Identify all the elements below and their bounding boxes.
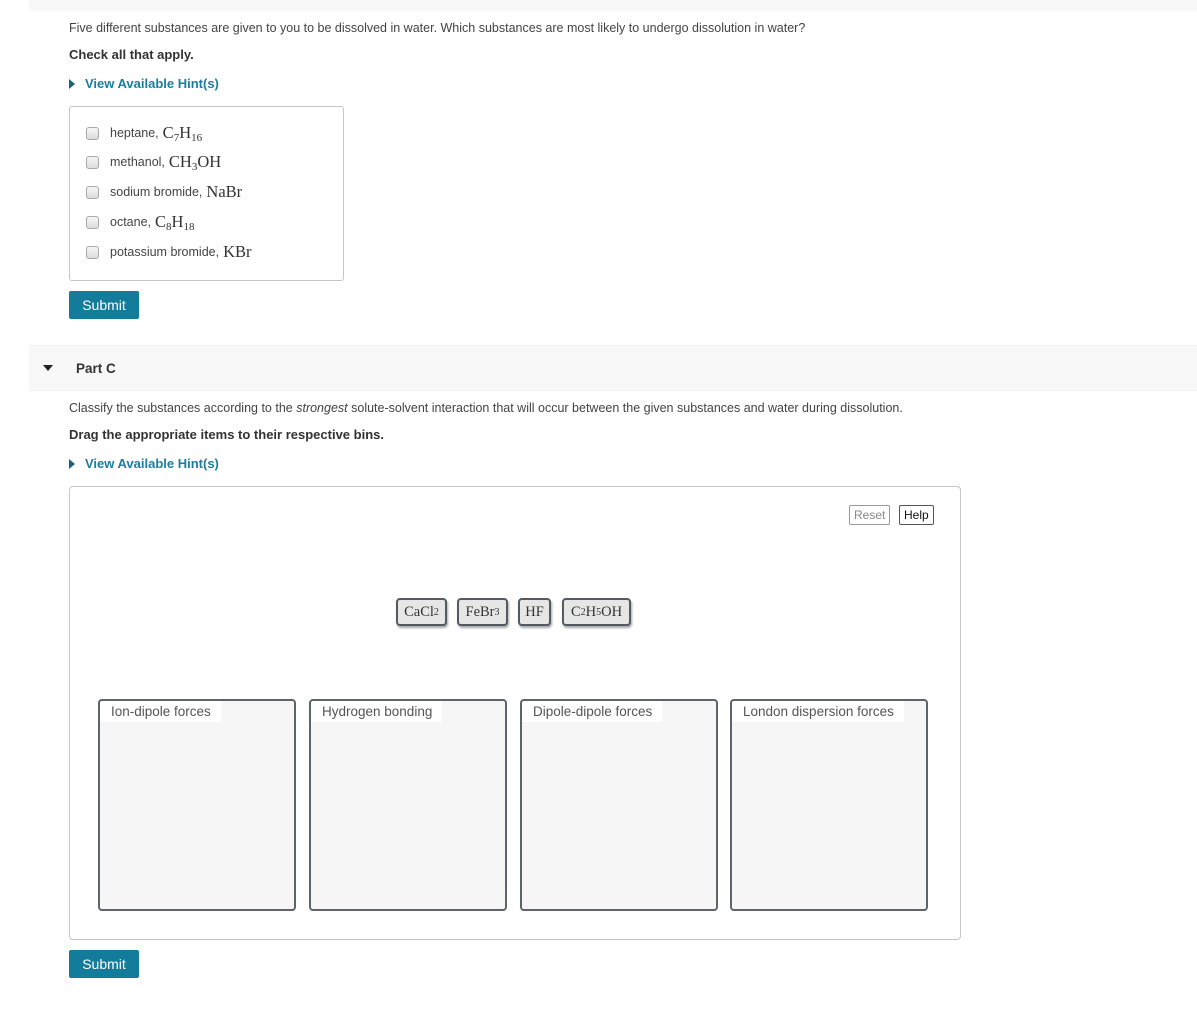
prompt-text: Classify the substances according to the — [69, 401, 297, 415]
choice-formula: C7H16 — [162, 122, 203, 144]
bin-ion-dipole[interactable]: Ion-dipole forces — [98, 699, 296, 911]
drag-drop-area: Reset Help CaCl 2 FeBr 3 HF C 2 H 5 OH Ion-dip… — [69, 486, 961, 940]
part-b-prompt: Five different substances are given to y… — [69, 21, 806, 35]
choice-methanol[interactable]: methanol, CH3OH — [86, 151, 221, 173]
expand-triangle-icon — [69, 78, 75, 89]
choices-box: heptane, C7H16 methanol, CH3OH sodium br… — [69, 106, 344, 281]
choice-label: potassium bromide, — [110, 245, 220, 259]
choice-label: methanol, — [110, 155, 165, 169]
bin-label: Hydrogen bonding — [311, 701, 443, 722]
choice-potassium-bromide[interactable]: potassium bromide, KBr — [86, 241, 252, 263]
choice-formula: CH3OH — [168, 151, 222, 173]
choice-octane[interactable]: octane, C8H18 — [86, 211, 194, 233]
checkbox[interactable] — [86, 245, 99, 259]
reset-button[interactable]: Reset — [849, 505, 891, 525]
choice-formula: C8H18 — [155, 211, 195, 233]
bin-label: Dipole-dipole forces — [522, 701, 663, 722]
choice-formula: NaBr — [206, 182, 243, 201]
part-b-submit-button[interactable]: Submit — [69, 291, 139, 319]
part-b-instruction: Check all that apply. — [69, 47, 194, 62]
drag-item-cacl2[interactable]: CaCl 2 — [396, 598, 447, 626]
bin-hydrogen-bonding[interactable]: Hydrogen bonding — [309, 699, 507, 911]
choice-sodium-bromide[interactable]: sodium bromide, NaBr — [86, 181, 242, 203]
hint-link-label: View Available Hint(s) — [85, 456, 219, 471]
checkbox[interactable] — [86, 185, 99, 199]
bin-london-dispersion[interactable]: London dispersion forces — [730, 699, 928, 911]
drag-item-c2h5oh[interactable]: C 2 H 5 OH — [562, 598, 631, 626]
expand-triangle-icon — [69, 458, 75, 469]
bin-label: Ion-dipole forces — [100, 701, 221, 722]
choice-label: sodium bromide, — [110, 185, 203, 199]
bin-label: London dispersion forces — [732, 701, 904, 722]
collapse-caret-icon — [43, 365, 53, 371]
part-b-header-strip — [29, 0, 1197, 11]
checkbox[interactable] — [86, 215, 99, 229]
hint-link-label: View Available Hint(s) — [85, 76, 219, 91]
part-c-title: Part C — [76, 360, 116, 376]
choice-label: heptane, — [110, 126, 159, 140]
choice-formula: KBr — [223, 242, 252, 261]
choice-label: octane, — [110, 215, 152, 229]
prompt-emphasis: strongest — [296, 401, 348, 415]
drag-item-febr3[interactable]: FeBr 3 — [457, 598, 508, 626]
drag-item-hf[interactable]: HF — [518, 598, 551, 626]
prompt-text: solute-solvent interaction that will occ… — [347, 401, 903, 415]
part-c-submit-button[interactable]: Submit — [69, 950, 139, 978]
part-c-prompt: Classify the substances according to the… — [69, 401, 903, 415]
part-b-hint-link[interactable]: View Available Hint(s) — [69, 76, 219, 91]
part-c-header[interactable]: Part C — [29, 345, 1197, 391]
checkbox[interactable] — [86, 126, 99, 140]
part-c-hint-link[interactable]: View Available Hint(s) — [69, 456, 219, 471]
help-button[interactable]: Help — [899, 505, 934, 525]
bin-dipole-dipole[interactable]: Dipole-dipole forces — [520, 699, 718, 911]
part-c-instruction: Drag the appropriate items to their resp… — [69, 427, 384, 442]
choice-heptane[interactable]: heptane, C7H16 — [86, 122, 202, 144]
checkbox[interactable] — [86, 155, 99, 169]
